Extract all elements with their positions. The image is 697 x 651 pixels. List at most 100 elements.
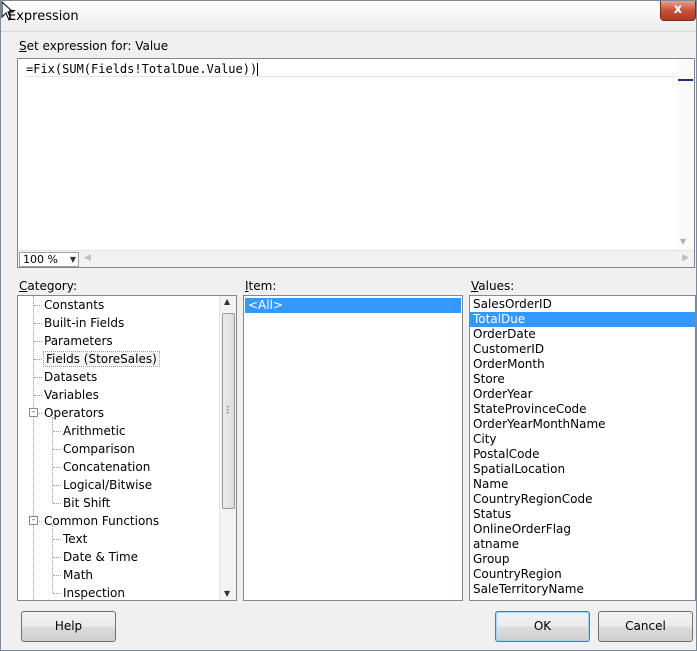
value-row[interactable]: OrderDate: [470, 327, 695, 342]
category-item-label: Built-in Fields: [44, 316, 125, 330]
value-row[interactable]: TotalDue: [470, 312, 695, 327]
category-item[interactable]: Text: [53, 530, 87, 548]
tree-connector: [53, 503, 61, 504]
category-item-label: Bit Shift: [63, 496, 111, 510]
category-scrollbar[interactable]: ▲ --- ▼: [219, 296, 236, 600]
close-button[interactable]: x: [660, 1, 696, 21]
expression-text-line[interactable]: =Fix(SUM(Fields!TotalDue.Value)): [26, 61, 678, 77]
value-row[interactable]: Group: [470, 552, 695, 567]
category-tree[interactable]: Constants Built-in Fields Parameters Fields…: [17, 295, 237, 601]
zoom-dropdown[interactable]: 100 % ▼: [19, 252, 79, 267]
help-button[interactable]: Help: [21, 611, 116, 642]
category-item-label: Date & Time: [63, 550, 139, 564]
tree-connector: [53, 485, 61, 486]
category-item-label: Concatenation: [63, 460, 151, 474]
category-item-label: Variables: [44, 388, 99, 402]
value-row[interactable]: CountryRegion: [470, 567, 695, 582]
category-item-label: Text: [63, 532, 88, 546]
category-item[interactable]: Built-in Fields: [34, 314, 124, 332]
scroll-right-arrow-icon[interactable]: ▶: [682, 253, 689, 263]
value-row[interactable]: atname: [470, 537, 695, 552]
category-label: Category:: [19, 279, 77, 293]
tree-connector: [53, 449, 61, 450]
tree-connector: [53, 593, 61, 594]
category-item-label: Comparison: [63, 442, 135, 456]
category-item[interactable]: Parameters: [34, 332, 113, 350]
tree-connector: [53, 557, 61, 558]
category-item[interactable]: Bit Shift: [53, 494, 110, 512]
category-item-label: Logical/Bitwise: [63, 478, 153, 492]
category-item[interactable]: Inspection: [53, 584, 125, 600]
value-row[interactable]: OnlineOrderFlag: [470, 522, 695, 537]
values-list[interactable]: SalesOrderID TotalDue OrderDate CustomerID O…: [469, 295, 696, 601]
category-item-label: Arithmetic: [63, 424, 126, 438]
collapse-toggle-icon[interactable]: -: [29, 408, 38, 417]
value-row[interactable]: CountryRegionCode: [470, 492, 695, 507]
item-list-rows: <All>: [244, 296, 462, 313]
scroll-up-arrow-icon[interactable]: ▲: [224, 297, 230, 306]
expression-text: =Fix(SUM(Fields!TotalDue.Value)): [26, 62, 258, 76]
category-item[interactable]: Math: [53, 566, 93, 584]
category-item[interactable]: Date & Time: [53, 548, 138, 566]
tree-connector: [34, 305, 42, 306]
category-scroll-thumb[interactable]: ---: [222, 313, 235, 509]
value-row[interactable]: SaleTerritoryName: [470, 582, 695, 597]
ok-button[interactable]: OK: [495, 611, 590, 642]
value-row[interactable]: OrderYear: [470, 387, 695, 402]
value-row[interactable]: CustomerID: [470, 342, 695, 357]
category-item-label: Common Functions: [44, 514, 160, 528]
value-row[interactable]: OrderYearMonthName: [470, 417, 695, 432]
editor-horizontal-bar: 100 % ▼ ◀ ▶: [18, 250, 694, 267]
tree-connector: [34, 395, 42, 396]
cancel-button[interactable]: Cancel: [598, 611, 693, 642]
scroll-down-arrow-icon[interactable]: ▼: [680, 237, 686, 246]
tree-connector: [53, 539, 61, 540]
expression-dialog: Expression x Set expression for: Value =…: [0, 0, 697, 651]
scroll-position-marker: [678, 79, 693, 81]
category-item[interactable]: Fields (StoreSales): [34, 350, 160, 368]
tree-connector: [34, 323, 42, 324]
tree-connector: [53, 467, 61, 468]
collapse-toggle-icon[interactable]: -: [29, 516, 38, 525]
scroll-left-arrow-icon[interactable]: ◀: [84, 253, 91, 263]
values-label: Values:: [471, 279, 515, 293]
value-row[interactable]: SalesOrderID: [470, 297, 695, 312]
item-list[interactable]: <All>: [243, 295, 463, 601]
expression-editor[interactable]: =Fix(SUM(Fields!TotalDue.Value)) ▼ 100 %…: [17, 58, 695, 268]
value-row[interactable]: PostalCode: [470, 447, 695, 462]
value-row[interactable]: Store: [470, 372, 695, 387]
category-item[interactable]: Variables: [34, 386, 99, 404]
category-item[interactable]: Datasets: [34, 368, 97, 386]
category-item-label: Datasets: [44, 370, 98, 384]
item-label: Item:: [245, 279, 277, 293]
category-item-label: Math: [63, 568, 94, 582]
value-row[interactable]: Status: [470, 507, 695, 522]
tree-connector: [34, 359, 42, 360]
category-item[interactable]: Comparison: [53, 440, 135, 458]
text-caret: [257, 63, 259, 76]
category-item-label: Parameters: [44, 334, 113, 348]
window-title: Expression: [8, 9, 79, 24]
title-bar[interactable]: Expression x: [1, 1, 696, 32]
category-item-label: Inspection: [63, 586, 125, 600]
category-item[interactable]: Arithmetic: [53, 422, 126, 440]
category-item[interactable]: Operators: [34, 404, 104, 422]
value-row[interactable]: Name: [470, 477, 695, 492]
category-item-label: Constants: [44, 298, 105, 312]
value-row[interactable]: SpatialLocation: [470, 462, 695, 477]
tree-connector: [34, 341, 42, 342]
category-item[interactable]: Constants: [34, 296, 104, 314]
chevron-down-icon: ▼: [69, 255, 76, 264]
editor-vertical-scrollbar[interactable]: ▼: [677, 59, 694, 250]
tree-connector: [53, 575, 61, 576]
expression-label: Set expression for: Value: [19, 39, 169, 53]
value-row[interactable]: StateProvinceCode: [470, 402, 695, 417]
category-item[interactable]: Logical/Bitwise: [53, 476, 152, 494]
value-row[interactable]: OrderMonth: [470, 357, 695, 372]
value-row[interactable]: City: [470, 432, 695, 447]
category-item[interactable]: Concatenation: [53, 458, 150, 476]
scroll-down-arrow-icon[interactable]: ▼: [224, 589, 230, 598]
values-list-rows: SalesOrderID TotalDue OrderDate CustomerID O…: [470, 296, 695, 597]
item-row[interactable]: <All>: [245, 298, 461, 313]
grip-icon: ---: [226, 402, 230, 418]
